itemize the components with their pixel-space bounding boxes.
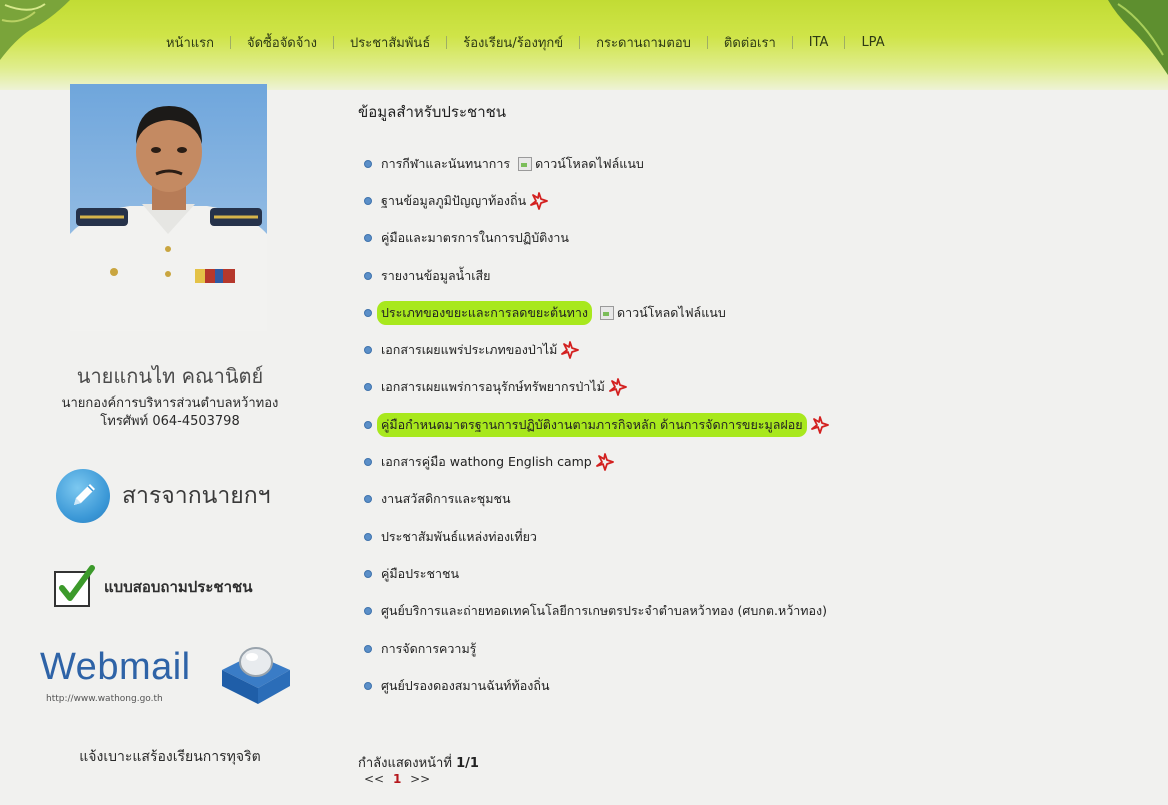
mailbox-icon xyxy=(222,647,290,704)
item-link[interactable]: เอกสารเผยแพร่การอนุรักษ์ทรัพยากรป่าไม้ xyxy=(381,377,605,397)
item-link[interactable]: คู่มือและมาตรการในการปฏิบัติงาน xyxy=(381,228,569,248)
list-item: เอกสารเผยแพร่การอนุรักษ์ทรัพยากรป่าไม้ xyxy=(364,369,829,406)
nav-lpa[interactable]: LPA xyxy=(845,35,900,50)
checkbox-check-icon xyxy=(54,565,95,607)
list-item: คู่มือกำหนดมาตรฐานการปฏิบัติงานตามภารกิจ… xyxy=(364,406,829,443)
list-item: ฐานข้อมูลภูมิปัญญาท้องถิ่น xyxy=(364,182,829,219)
mayor-info: นายกองค์การบริหารส่วนตำบลหว้าทอง โทรศัพท… xyxy=(0,395,340,431)
pdf-icon[interactable] xyxy=(530,192,549,210)
public-survey-label: แบบสอบถามประชาชน xyxy=(104,578,253,596)
leaf-decoration-left-icon xyxy=(0,0,70,60)
bullet-icon xyxy=(364,644,372,653)
bullet-icon xyxy=(364,532,372,541)
public-survey-button[interactable]: แบบสอบถามประชาชน xyxy=(52,562,302,612)
pagination-value: 1/1 xyxy=(456,756,479,771)
page-title: ข้อมูลสำหรับประชาชน xyxy=(358,103,507,121)
item-link[interactable]: คู่มือประชาชน xyxy=(381,564,459,584)
nav-public-relations[interactable]: ประชาสัมพันธ์ xyxy=(334,32,446,53)
bullet-icon xyxy=(364,234,372,243)
top-navigation-bar: หน้าแรก จัดซื้อจัดจ้าง ประชาสัมพันธ์ ร้อ… xyxy=(0,0,1168,90)
public-info-list: การกีฬาและนันทนาการ ดาวน์โหลดไฟล์แนบ ฐาน… xyxy=(364,145,829,704)
mayor-message-button[interactable]: สารจากนายกฯ xyxy=(56,468,296,524)
list-item: รายงานข้อมูลน้ำเสีย xyxy=(364,257,829,294)
list-item: ประชาสัมพันธ์แหล่งท่องเที่ยว xyxy=(364,518,829,555)
current-page-link[interactable]: 1 xyxy=(393,772,401,786)
pdf-icon[interactable] xyxy=(595,453,614,471)
bullet-icon xyxy=(364,196,372,205)
list-item: ประเภทของขยะและการลดขยะต้นทาง ดาวน์โหลดไ… xyxy=(364,294,829,331)
bullet-icon xyxy=(364,159,372,168)
pen-icon xyxy=(56,469,110,523)
bullet-icon xyxy=(364,308,372,317)
nav-complaints[interactable]: ร้องเรียน/ร้องทุกข์ xyxy=(447,32,579,53)
nav-procurement[interactable]: จัดซื้อจัดจ้าง xyxy=(231,32,333,53)
list-item: การกีฬาและนันทนาการ ดาวน์โหลดไฟล์แนบ xyxy=(364,145,829,182)
item-link[interactable]: การจัดการความรู้ xyxy=(381,639,476,659)
item-link[interactable]: ประชาสัมพันธ์แหล่งท่องเที่ยว xyxy=(381,527,537,547)
mayor-name: นายแกนไท คณานิตย์ xyxy=(76,364,264,388)
broken-image-icon xyxy=(599,305,614,320)
mayor-message-label: สารจากนายกฯ xyxy=(122,483,271,509)
webmail-logo-text: Webmail xyxy=(40,646,191,688)
list-item: คู่มือประชาชน xyxy=(364,555,829,592)
list-item: เอกสารคู่มือ wathong English camp xyxy=(364,443,829,480)
item-link[interactable]: ศูนย์ปรองดองสมานฉันท์ท้องถิ่น xyxy=(381,676,550,696)
nav-ita[interactable]: ITA xyxy=(793,35,845,50)
bullet-icon xyxy=(364,420,372,429)
prev-page-link[interactable]: << xyxy=(364,772,384,786)
pdf-icon[interactable] xyxy=(608,378,627,397)
list-item: งานสวัสดิการและชุมชน xyxy=(364,481,829,518)
pdf-icon[interactable] xyxy=(561,341,580,360)
list-item: การจัดการความรู้ xyxy=(364,630,829,667)
nav-contact[interactable]: ติดต่อเรา xyxy=(708,32,792,53)
item-link[interactable]: การกีฬาและนันทนาการ xyxy=(381,154,510,174)
pagination: << 1 >> xyxy=(364,772,430,786)
mayor-phone: โทรศัพท์ 064-4503798 xyxy=(100,414,240,429)
bullet-icon xyxy=(364,495,372,504)
pagination-text: กำลังแสดงหน้าที่ xyxy=(358,756,452,771)
leaf-decoration-right-icon xyxy=(1108,0,1168,75)
list-item: ศูนย์ปรองดองสมานฉันท์ท้องถิ่น xyxy=(364,667,829,704)
bullet-icon xyxy=(364,607,372,616)
next-page-link[interactable]: >> xyxy=(410,772,430,786)
bullet-icon xyxy=(364,458,372,467)
pdf-icon[interactable] xyxy=(810,415,829,434)
nav-webboard[interactable]: กระดานถามตอบ xyxy=(580,32,707,53)
list-item: เอกสารเผยแพร่ประเภทของป่าไม้ xyxy=(364,331,829,368)
bullet-icon xyxy=(364,346,372,355)
item-link[interactable]: ฐานข้อมูลภูมิปัญญาท้องถิ่น xyxy=(381,191,526,211)
nav-home[interactable]: หน้าแรก xyxy=(150,32,230,53)
item-link[interactable]: เอกสารคู่มือ wathong English camp xyxy=(381,452,592,472)
broken-image-icon xyxy=(518,156,533,171)
mayor-position: นายกองค์การบริหารส่วนตำบลหว้าทอง xyxy=(61,396,279,411)
item-link-highlighted[interactable]: คู่มือกำหนดมาตรฐานการปฏิบัติงานตามภารกิจ… xyxy=(377,412,807,437)
download-attachment-link[interactable]: ดาวน์โหลดไฟล์แนบ xyxy=(518,154,644,174)
report-corruption-link[interactable]: แจ้งเบาะแสร้องเรียนการทุจริต xyxy=(40,746,300,768)
bullet-icon xyxy=(364,383,372,392)
main-menu: หน้าแรก จัดซื้อจัดจ้าง ประชาสัมพันธ์ ร้อ… xyxy=(150,30,901,54)
pagination-status: กำลังแสดงหน้าที่ 1/1 xyxy=(358,752,479,773)
item-link[interactable]: เอกสารเผยแพร่ประเภทของป่าไม้ xyxy=(381,340,557,360)
webmail-url: http://www.wathong.go.th xyxy=(46,694,163,704)
attachment-label: ดาวน์โหลดไฟล์แนบ xyxy=(535,155,644,171)
list-item: ศูนย์บริการและถ่ายทอดเทคโนโลยีการเกษตรปร… xyxy=(364,593,829,630)
webmail-link[interactable]: Webmail http://www.wathong.go.th xyxy=(40,632,300,712)
bullet-icon xyxy=(364,569,372,578)
item-link[interactable]: ศูนย์บริการและถ่ายทอดเทคโนโลยีการเกษตรปร… xyxy=(381,601,827,621)
bullet-icon xyxy=(364,271,372,280)
attachment-label: ดาวน์โหลดไฟล์แนบ xyxy=(616,304,726,320)
list-item: คู่มือและมาตรการในการปฏิบัติงาน xyxy=(364,220,829,257)
mayor-photo xyxy=(70,84,267,331)
item-link-highlighted[interactable]: ประเภทของขยะและการลดขยะต้นทาง xyxy=(377,300,592,325)
download-attachment-link[interactable]: ดาวน์โหลดไฟล์แนบ xyxy=(599,303,726,323)
item-link[interactable]: รายงานข้อมูลน้ำเสีย xyxy=(381,266,490,286)
bullet-icon xyxy=(364,681,372,690)
item-link[interactable]: งานสวัสดิการและชุมชน xyxy=(381,489,511,509)
